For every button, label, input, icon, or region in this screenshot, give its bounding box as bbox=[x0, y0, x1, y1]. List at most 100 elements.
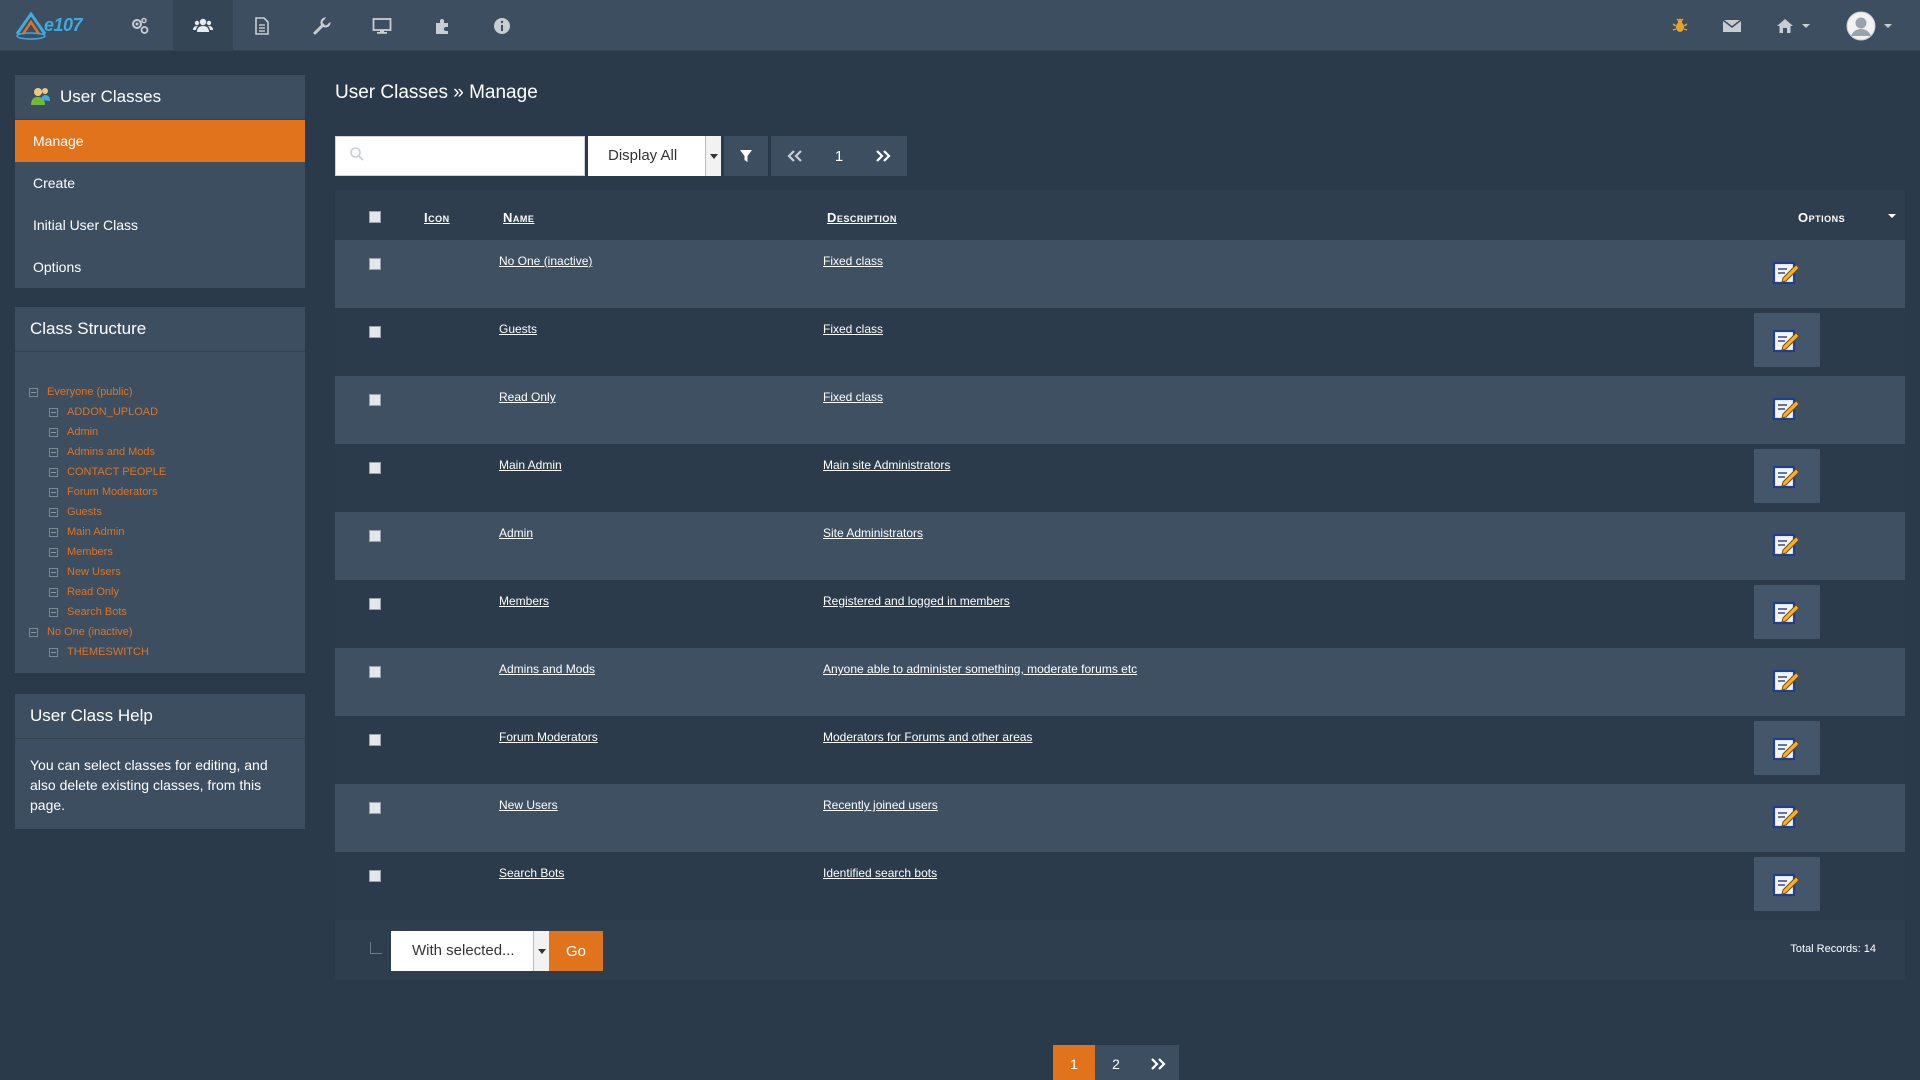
tree-item[interactable]: Members bbox=[29, 542, 305, 562]
user-menu[interactable] bbox=[1844, 0, 1894, 51]
info-icon[interactable] bbox=[472, 0, 532, 51]
pagination: 1 2 bbox=[1053, 1045, 1179, 1080]
filter-select[interactable]: Display All bbox=[588, 136, 721, 176]
row-name-link[interactable]: Read Only bbox=[499, 390, 556, 404]
edit-button[interactable] bbox=[1754, 245, 1820, 299]
go-button[interactable]: Go bbox=[549, 931, 603, 971]
sidebar-header: User Classes bbox=[15, 75, 305, 120]
row-checkbox[interactable] bbox=[369, 258, 381, 270]
settings-icon[interactable] bbox=[110, 0, 170, 51]
edit-icon bbox=[1772, 397, 1800, 421]
edit-button[interactable] bbox=[1754, 653, 1820, 707]
edit-button[interactable] bbox=[1754, 721, 1820, 775]
tree-item[interactable]: Main Admin bbox=[29, 522, 305, 542]
last-page-button[interactable] bbox=[1137, 1045, 1179, 1080]
row-name-link[interactable]: Forum Moderators bbox=[499, 730, 598, 744]
column-header-name[interactable]: Name bbox=[503, 210, 534, 225]
search-input[interactable] bbox=[372, 145, 572, 167]
edit-button[interactable] bbox=[1754, 789, 1820, 843]
page-1-button[interactable]: 1 bbox=[1053, 1045, 1095, 1080]
tree-item[interactable]: Search Bots bbox=[29, 602, 305, 622]
row-description-link[interactable]: Recently joined users bbox=[823, 798, 938, 812]
tree-item[interactable]: Read Only bbox=[29, 582, 305, 602]
row-name-link[interactable]: Guests bbox=[499, 322, 537, 336]
users-icon[interactable] bbox=[173, 0, 233, 51]
mail-icon[interactable] bbox=[1716, 0, 1748, 51]
edit-button[interactable] bbox=[1754, 857, 1820, 911]
content-icon[interactable] bbox=[232, 0, 292, 51]
bulk-action-select[interactable]: With selected... bbox=[391, 931, 549, 971]
tree-item[interactable]: No One (inactive) bbox=[29, 622, 305, 642]
row-checkbox[interactable] bbox=[369, 598, 381, 610]
tree-item[interactable]: CONTACT PEOPLE bbox=[29, 462, 305, 482]
row-checkbox[interactable] bbox=[369, 870, 381, 882]
tree-item[interactable]: Forum Moderators bbox=[29, 482, 305, 502]
row-description-link[interactable]: Anyone able to administer something, mod… bbox=[823, 662, 1137, 676]
current-page[interactable]: 1 bbox=[819, 136, 859, 176]
row-description-link[interactable]: Registered and logged in members bbox=[823, 594, 1010, 608]
row-description-link[interactable]: Fixed class bbox=[823, 254, 883, 268]
tree-item[interactable]: Guests bbox=[29, 502, 305, 522]
row-description-link[interactable]: Fixed class bbox=[823, 322, 883, 336]
row-description-link[interactable]: Fixed class bbox=[823, 390, 883, 404]
next-page-button[interactable] bbox=[859, 136, 907, 176]
display-icon[interactable] bbox=[352, 0, 412, 51]
row-name-link[interactable]: No One (inactive) bbox=[499, 254, 592, 268]
search-field[interactable] bbox=[335, 136, 585, 176]
debug-icon[interactable] bbox=[1665, 0, 1695, 51]
row-name-link[interactable]: Main Admin bbox=[499, 458, 562, 472]
row-description-link[interactable]: Site Administrators bbox=[823, 526, 923, 540]
column-header-description[interactable]: Description bbox=[827, 210, 897, 225]
row-description-link[interactable]: Main site Administrators bbox=[823, 458, 950, 472]
chevron-down-icon bbox=[705, 136, 721, 176]
double-chevron-right-icon bbox=[876, 150, 891, 162]
home-menu[interactable] bbox=[1768, 0, 1818, 51]
row-name-link[interactable]: Admins and Mods bbox=[499, 662, 595, 676]
sidebar-item-manage[interactable]: Manage bbox=[15, 120, 305, 162]
tree-expand-icon bbox=[49, 567, 58, 577]
options-dropdown-icon[interactable] bbox=[1888, 214, 1896, 218]
tree-item[interactable]: THEMESWITCH bbox=[29, 642, 305, 662]
row-name-link[interactable]: Search Bots bbox=[499, 866, 564, 880]
tree-item-label: No One (inactive) bbox=[47, 626, 133, 638]
row-checkbox[interactable] bbox=[369, 802, 381, 814]
tree-item[interactable]: New Users bbox=[29, 562, 305, 582]
row-name-link[interactable]: Admin bbox=[499, 526, 533, 540]
edit-button[interactable] bbox=[1754, 585, 1820, 639]
filter-button[interactable] bbox=[724, 136, 768, 176]
edit-button[interactable] bbox=[1754, 517, 1820, 571]
plugins-icon[interactable] bbox=[412, 0, 472, 51]
tree-item[interactable]: Everyone (public) bbox=[29, 382, 305, 402]
row-checkbox[interactable] bbox=[369, 394, 381, 406]
prev-page-button[interactable] bbox=[771, 136, 819, 176]
row-checkbox[interactable] bbox=[369, 734, 381, 746]
select-all-checkbox[interactable] bbox=[369, 211, 381, 223]
e107-logo[interactable]: e107 bbox=[14, 8, 100, 42]
row-description-link[interactable]: Moderators for Forums and other areas bbox=[823, 730, 1032, 744]
table-body: No One (inactive) Fixed class Guests Fixed … bbox=[335, 240, 1905, 920]
sidebar-item-options[interactable]: Options bbox=[15, 246, 305, 288]
edit-icon bbox=[1772, 737, 1800, 761]
tools-icon[interactable] bbox=[292, 0, 352, 51]
tree-item-label: Search Bots bbox=[67, 606, 127, 618]
row-checkbox[interactable] bbox=[369, 530, 381, 542]
row-checkbox[interactable] bbox=[369, 462, 381, 474]
page-2-button[interactable]: 2 bbox=[1095, 1045, 1137, 1080]
column-header-icon[interactable]: Icon bbox=[424, 210, 450, 225]
row-checkbox[interactable] bbox=[369, 666, 381, 678]
tree-item[interactable]: Admins and Mods bbox=[29, 442, 305, 462]
edit-button[interactable] bbox=[1754, 449, 1820, 503]
class-structure-panel: Class Structure Everyone (public) ADDON_U… bbox=[15, 307, 305, 673]
tree-item[interactable]: ADDON_UPLOAD bbox=[29, 402, 305, 422]
class-tree: Everyone (public) ADDON_UPLOAD Admin Admins… bbox=[15, 352, 305, 676]
row-name-link[interactable]: New Users bbox=[499, 798, 558, 812]
row-checkbox[interactable] bbox=[369, 326, 381, 338]
edit-button[interactable] bbox=[1754, 313, 1820, 367]
sidebar-item-initial-user-class[interactable]: Initial User Class bbox=[15, 204, 305, 246]
sidebar-item-create[interactable]: Create bbox=[15, 162, 305, 204]
row-name-link[interactable]: Members bbox=[499, 594, 549, 608]
edit-button[interactable] bbox=[1754, 381, 1820, 435]
row-description-link[interactable]: Identified search bots bbox=[823, 866, 937, 880]
bulk-action-value: With selected... bbox=[412, 942, 515, 959]
tree-item[interactable]: Admin bbox=[29, 422, 305, 442]
